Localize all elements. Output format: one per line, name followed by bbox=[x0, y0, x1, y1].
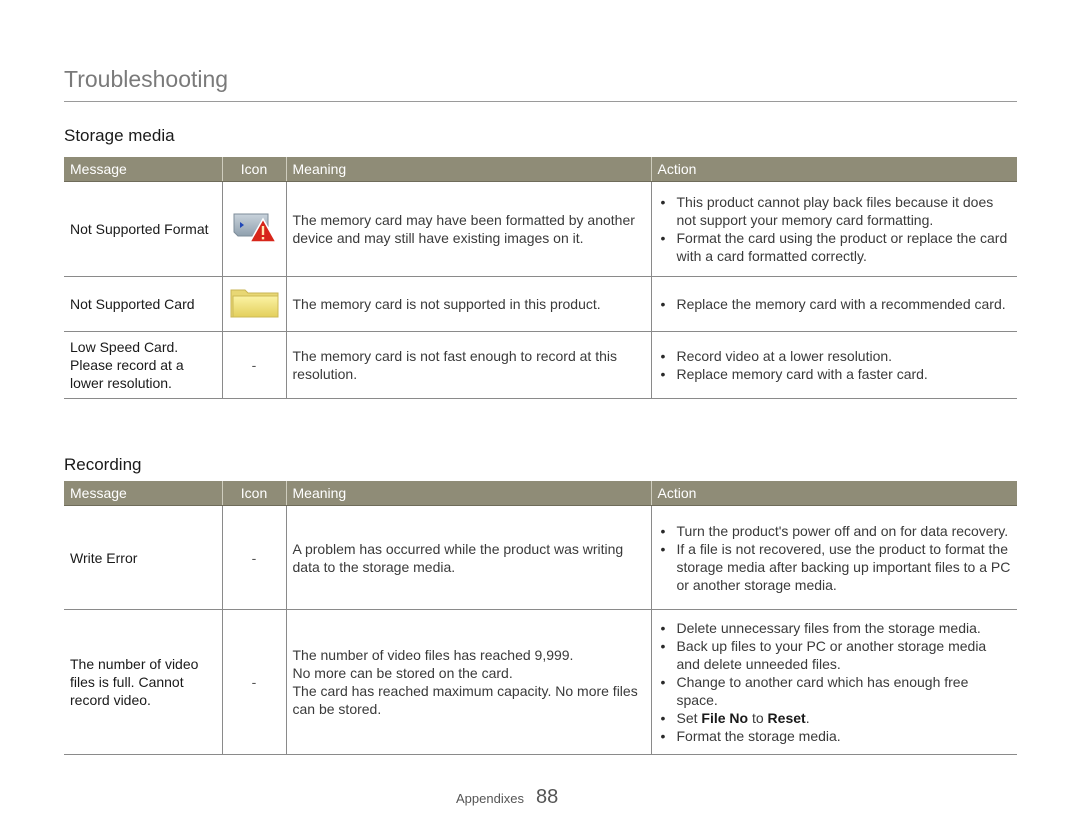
icon-cell bbox=[221, 181, 286, 277]
meaning-cell: The number of video files has reached 9,… bbox=[285, 609, 651, 755]
message-cell: The number of video files is full. Canno… bbox=[64, 609, 222, 755]
action-cell: Replace the memory card with a recommend… bbox=[650, 276, 1017, 332]
setting-name: File No bbox=[701, 710, 749, 726]
action-item: Replace the memory card with a recommend… bbox=[658, 295, 1012, 313]
folder-icon bbox=[229, 284, 281, 320]
meaning-cell: The memory card may have been formatted … bbox=[285, 181, 651, 277]
table-header-row: Message Icon Meaning Action bbox=[64, 481, 1017, 506]
meaning-line: The card has reached maximum capacity. N… bbox=[292, 683, 638, 717]
action-item: This product cannot play back files beca… bbox=[658, 193, 1012, 229]
message-cell: Not Supported Card bbox=[64, 276, 222, 332]
recording-table: Message Icon Meaning Action Write Error … bbox=[64, 481, 1017, 755]
column-header-icon: Icon bbox=[221, 157, 286, 182]
page-title: Troubleshooting bbox=[64, 66, 229, 92]
action-text: to bbox=[748, 710, 768, 726]
action-list: This product cannot play back files beca… bbox=[658, 193, 1012, 265]
action-cell: This product cannot play back files beca… bbox=[650, 181, 1017, 277]
icon-cell bbox=[221, 276, 286, 332]
action-item: Delete unnecessary files from the storag… bbox=[658, 619, 1012, 637]
table-row: Not Supported Card The memory card is no… bbox=[64, 276, 1017, 332]
table-row: Write Error - A problem has occurred whi… bbox=[64, 505, 1017, 610]
column-header-meaning: Meaning bbox=[285, 157, 651, 182]
action-item: If a file is not recovered, use the prod… bbox=[658, 540, 1012, 594]
action-list: Turn the product's power off and on for … bbox=[658, 522, 1012, 594]
action-item: Turn the product's power off and on for … bbox=[658, 522, 1012, 540]
column-header-message: Message bbox=[64, 481, 222, 506]
column-header-action: Action bbox=[650, 481, 1017, 506]
icon-cell: - bbox=[221, 331, 286, 399]
meaning-cell: The memory card is not fast enough to re… bbox=[285, 331, 651, 399]
meaning-cell: The memory card is not supported in this… bbox=[285, 276, 651, 332]
meaning-cell: A problem has occurred while the product… bbox=[285, 505, 651, 610]
action-list: Replace the memory card with a recommend… bbox=[658, 295, 1012, 313]
column-header-message: Message bbox=[64, 157, 222, 182]
section-heading-recording: Recording bbox=[64, 455, 142, 474]
action-cell: Delete unnecessary files from the storag… bbox=[650, 609, 1017, 755]
action-item: Record video at a lower resolution. bbox=[658, 347, 1012, 365]
action-item: Format the storage media. bbox=[658, 727, 1012, 745]
message-cell: Not Supported Format bbox=[64, 181, 222, 277]
meaning-line: No more can be stored on the card. bbox=[292, 665, 513, 681]
message-cell: Write Error bbox=[64, 505, 222, 610]
action-item: Replace memory card with a faster card. bbox=[658, 365, 1012, 383]
action-text: . bbox=[805, 710, 810, 726]
table-header-row: Message Icon Meaning Action bbox=[64, 157, 1017, 182]
message-cell: Low Speed Card. Please record at a lower… bbox=[64, 331, 222, 399]
footer-section-label: Appendixes bbox=[456, 791, 524, 806]
icon-cell: - bbox=[221, 505, 286, 610]
action-cell: Record video at a lower resolution. Repl… bbox=[650, 331, 1017, 399]
storage-media-table: Message Icon Meaning Action Not Supporte… bbox=[64, 157, 1017, 399]
meaning-line: The number of video files has reached 9,… bbox=[292, 647, 574, 663]
page-number: 88 bbox=[535, 786, 559, 808]
table-row: Not Supported Format The memory card may… bbox=[64, 181, 1017, 277]
column-header-action: Action bbox=[650, 157, 1017, 182]
setting-value: Reset bbox=[767, 710, 806, 726]
section-heading-storage: Storage media bbox=[64, 126, 175, 145]
action-text: Set bbox=[676, 710, 702, 726]
page-footer: Appendixes 88 bbox=[456, 786, 558, 809]
action-item-setting: Set File No to Reset. bbox=[658, 709, 1012, 727]
action-item: Format the card using the product or rep… bbox=[658, 229, 1012, 265]
icon-cell: - bbox=[221, 609, 286, 755]
title-divider bbox=[64, 101, 1017, 102]
action-item: Change to another card which has enough … bbox=[658, 673, 1012, 709]
memory-card-warning-icon bbox=[231, 210, 278, 244]
column-header-meaning: Meaning bbox=[285, 481, 651, 506]
action-list: Delete unnecessary files from the storag… bbox=[658, 619, 1012, 745]
column-header-icon: Icon bbox=[221, 481, 286, 506]
action-list: Record video at a lower resolution. Repl… bbox=[658, 347, 1012, 383]
table-row: Low Speed Card. Please record at a lower… bbox=[64, 331, 1017, 399]
action-item: Back up files to your PC or another stor… bbox=[658, 637, 1012, 673]
action-cell: Turn the product's power off and on for … bbox=[650, 505, 1017, 610]
table-row: The number of video files is full. Canno… bbox=[64, 609, 1017, 755]
